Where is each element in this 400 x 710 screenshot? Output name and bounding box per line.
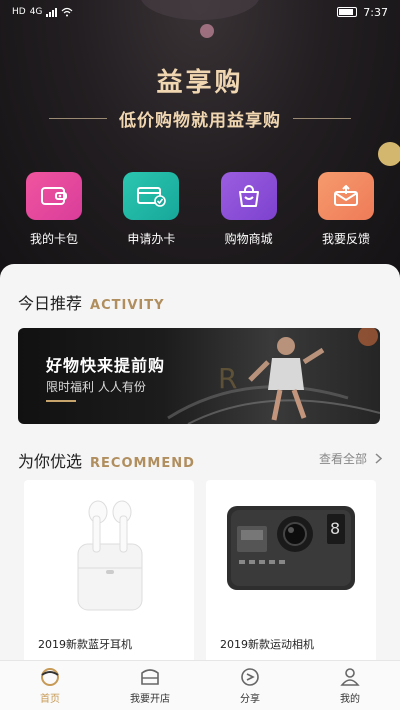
tab-share[interactable]: 分享 <box>200 661 300 710</box>
section-header-recommend: 为你优选 RECOMMEND <box>18 448 195 472</box>
share-icon <box>241 667 259 686</box>
section-title: 今日推荐 <box>18 294 83 313</box>
banner-title: 好物快来提前购 <box>46 356 166 375</box>
view-all-label: 查看全部 <box>318 452 367 466</box>
network-indicator: HD <box>12 7 26 17</box>
bottom-tab-bar: 首页 我要开店 分享 我的 <box>0 660 400 710</box>
quick-actions: 我的卡包 申请办卡 购物商城 我要反馈 <box>14 172 386 247</box>
hero-header: HD 4G 7:37 益享购 低价购物就用益享购 我的卡包 申请办卡 购物商城 … <box>0 0 400 290</box>
view-all-link[interactable]: 查看全部 <box>319 450 382 467</box>
slogan-row: 低价购物就用益享购 <box>0 106 400 131</box>
profile-icon <box>340 667 360 686</box>
product-card[interactable]: 8 2019新款运动相机 <box>206 480 376 660</box>
product-list: 2019新款蓝牙耳机 8 2019新款运动相机 <box>24 480 376 660</box>
home-icon <box>41 667 59 686</box>
quick-action-label: 我要反馈 <box>321 232 370 246</box>
tab-mine[interactable]: 我的 <box>300 661 400 710</box>
earbuds-image <box>77 500 143 611</box>
bokeh-decoration <box>200 24 214 38</box>
quick-action-feedback[interactable]: 我要反馈 <box>306 172 386 247</box>
section-header-today: 今日推荐 ACTIVITY <box>18 290 165 314</box>
quick-action-label: 我的卡包 <box>29 232 78 246</box>
banner-graphic: R <box>167 328 380 424</box>
quick-action-label: 购物商城 <box>224 232 273 246</box>
divider <box>293 118 351 119</box>
battery-icon <box>337 7 358 17</box>
section-subtitle: RECOMMEND <box>90 456 195 471</box>
divider <box>49 118 107 119</box>
tab-label: 分享 <box>240 693 260 705</box>
signal-icon <box>46 7 58 17</box>
shopping-bag-icon <box>220 172 277 220</box>
svg-text:8: 8 <box>330 519 340 538</box>
slogan: 低价购物就用益享购 <box>119 111 281 131</box>
app-title: 益享购 <box>156 68 244 98</box>
content-panel: 今日推荐 ACTIVITY R 好物快来提前购 限时福利 人人有份 为你优选 R… <box>0 264 400 660</box>
clock: 7:37 <box>363 5 388 19</box>
action-camera-image: 8 <box>227 506 355 590</box>
section-subtitle: ACTIVITY <box>90 298 165 313</box>
signal-type: 4G <box>29 7 43 17</box>
card-check-icon <box>123 172 180 220</box>
tab-label: 我要开店 <box>130 693 170 705</box>
quick-action-label: 申请办卡 <box>127 232 176 246</box>
wallet-icon <box>26 172 82 220</box>
quick-action-card-wallet[interactable]: 我的卡包 <box>14 172 94 247</box>
tab-label: 我的 <box>340 693 360 705</box>
product-name: 2019新款运动相机 <box>220 638 314 651</box>
envelope-icon <box>317 172 374 220</box>
tab-open-store[interactable]: 我要开店 <box>100 661 200 710</box>
bokeh-decoration <box>378 142 400 166</box>
banner-accent <box>46 400 76 402</box>
wifi-icon <box>61 7 73 17</box>
status-bar: HD 4G 7:37 <box>0 0 400 24</box>
quick-action-apply-card[interactable]: 申请办卡 <box>111 172 191 247</box>
promo-banner[interactable]: R 好物快来提前购 限时福利 人人有份 <box>18 328 380 424</box>
banner-subtitle: 限时福利 人人有份 <box>46 380 146 394</box>
chevron-right-icon <box>375 453 382 464</box>
svg-text:R: R <box>218 362 237 395</box>
section-title: 为你优选 <box>18 452 83 471</box>
quick-action-shopping-mall[interactable]: 购物商城 <box>209 172 289 247</box>
store-icon <box>141 668 159 685</box>
product-name: 2019新款蓝牙耳机 <box>38 638 132 651</box>
tab-home[interactable]: 首页 <box>0 661 100 710</box>
product-card[interactable]: 2019新款蓝牙耳机 <box>24 480 194 660</box>
tab-label: 首页 <box>40 693 60 705</box>
